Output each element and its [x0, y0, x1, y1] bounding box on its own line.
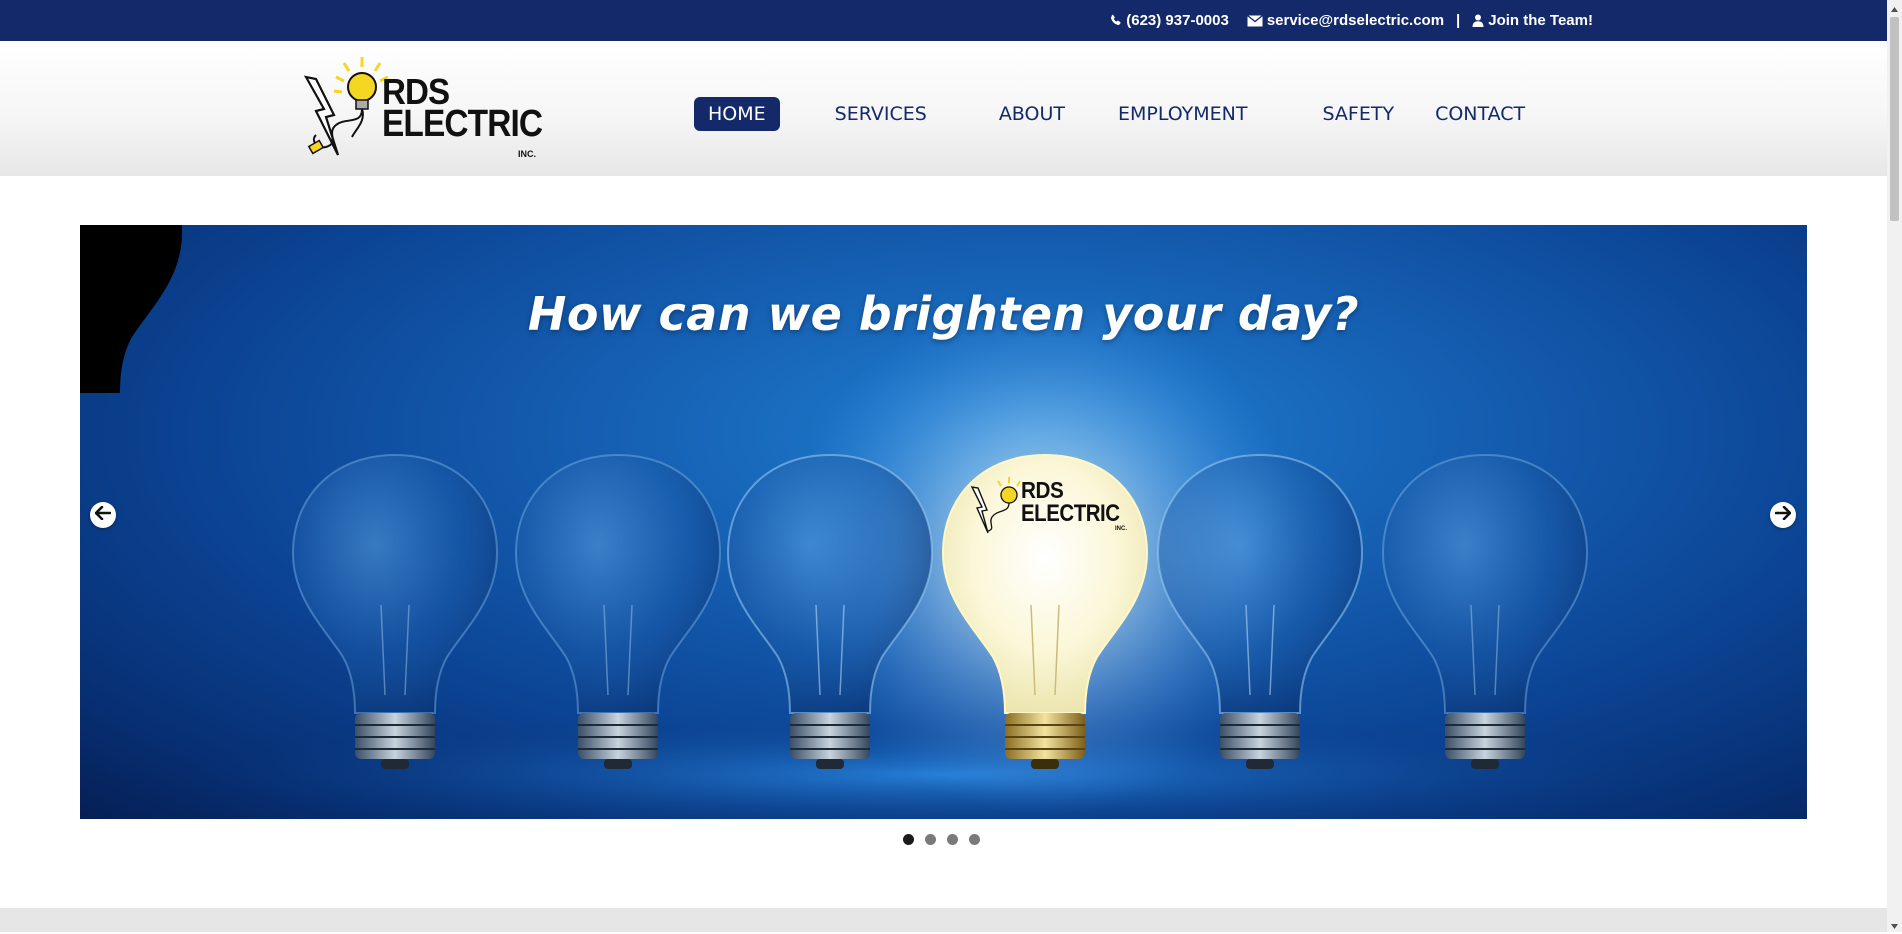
- logo-text-inc: INC.: [518, 149, 536, 159]
- rds-electric-logo[interactable]: RDS ELECTRIC INC.: [296, 55, 543, 161]
- bulb-logo-electric: ELECTRIC: [1021, 500, 1120, 527]
- user-icon: [1472, 14, 1484, 27]
- top-contact-info: (623) 937-0003 service@rdselectric.com |…: [1109, 0, 1593, 41]
- scroll-down-button[interactable]: [1887, 917, 1902, 932]
- nav-item-about[interactable]: ABOUT: [985, 97, 1079, 131]
- bulb-logo-rds: RDS: [1021, 477, 1064, 503]
- slider-dot-3[interactable]: [947, 834, 958, 845]
- page-scrollbar[interactable]: [1887, 0, 1902, 932]
- nav-item-safety[interactable]: SAFETY: [1309, 97, 1409, 131]
- nav-item-home[interactable]: HOME: [694, 96, 780, 131]
- nav-item-services[interactable]: SERVICES: [821, 97, 941, 131]
- join-team-link[interactable]: Join the Team!: [1472, 12, 1593, 29]
- logo-text-electric: ELECTRIC: [382, 103, 543, 145]
- slider-prev-button[interactable]: [90, 502, 116, 528]
- site-header: RDS ELECTRIC INC. HOME SERVICES ABOUT EM…: [0, 41, 1887, 176]
- slider-dot-2[interactable]: [925, 834, 936, 845]
- slider-next-button[interactable]: [1770, 502, 1796, 528]
- email-link[interactable]: service@rdselectric.com: [1246, 12, 1445, 29]
- scroll-thumb[interactable]: [1890, 17, 1899, 221]
- envelope-icon: [1246, 14, 1263, 27]
- scroll-down-icon: [1891, 916, 1898, 934]
- scroll-up-icon: [1891, 0, 1898, 17]
- next-section-strip: [0, 908, 1887, 932]
- join-team-label: Join the Team!: [1488, 12, 1593, 29]
- lightbulb-bolt-icon: [303, 57, 389, 156]
- nav-item-employment[interactable]: EMPLOYMENT: [1104, 97, 1262, 131]
- nav-item-contact[interactable]: CONTACT: [1421, 97, 1539, 131]
- email-address: service@rdselectric.com: [1266, 12, 1445, 29]
- phone-icon: [1109, 14, 1122, 27]
- slider-pagination: [903, 834, 980, 845]
- bulb-logo-text: RDS ELECTRIC INC.: [1021, 477, 1137, 533]
- scroll-up-button[interactable]: [1887, 0, 1902, 15]
- arrow-right-icon: [1774, 505, 1792, 525]
- hero-slider[interactable]: How can we brighten your day? RDS ELECTR…: [80, 225, 1807, 819]
- phone-number: (623) 937-0003: [1126, 12, 1229, 29]
- arrow-left-icon: [94, 505, 112, 525]
- main-nav: HOME SERVICES ABOUT EMPLOYMENT SAFETY CO…: [694, 96, 1539, 131]
- slider-dot-1[interactable]: [903, 834, 914, 845]
- topbar-separator: |: [1456, 12, 1461, 29]
- top-contact-bar: (623) 937-0003 service@rdselectric.com |…: [0, 0, 1887, 41]
- slide-heading: How can we brighten your day?: [527, 287, 1360, 341]
- phone-link[interactable]: (623) 937-0003: [1109, 12, 1229, 29]
- slider-dot-4[interactable]: [969, 834, 980, 845]
